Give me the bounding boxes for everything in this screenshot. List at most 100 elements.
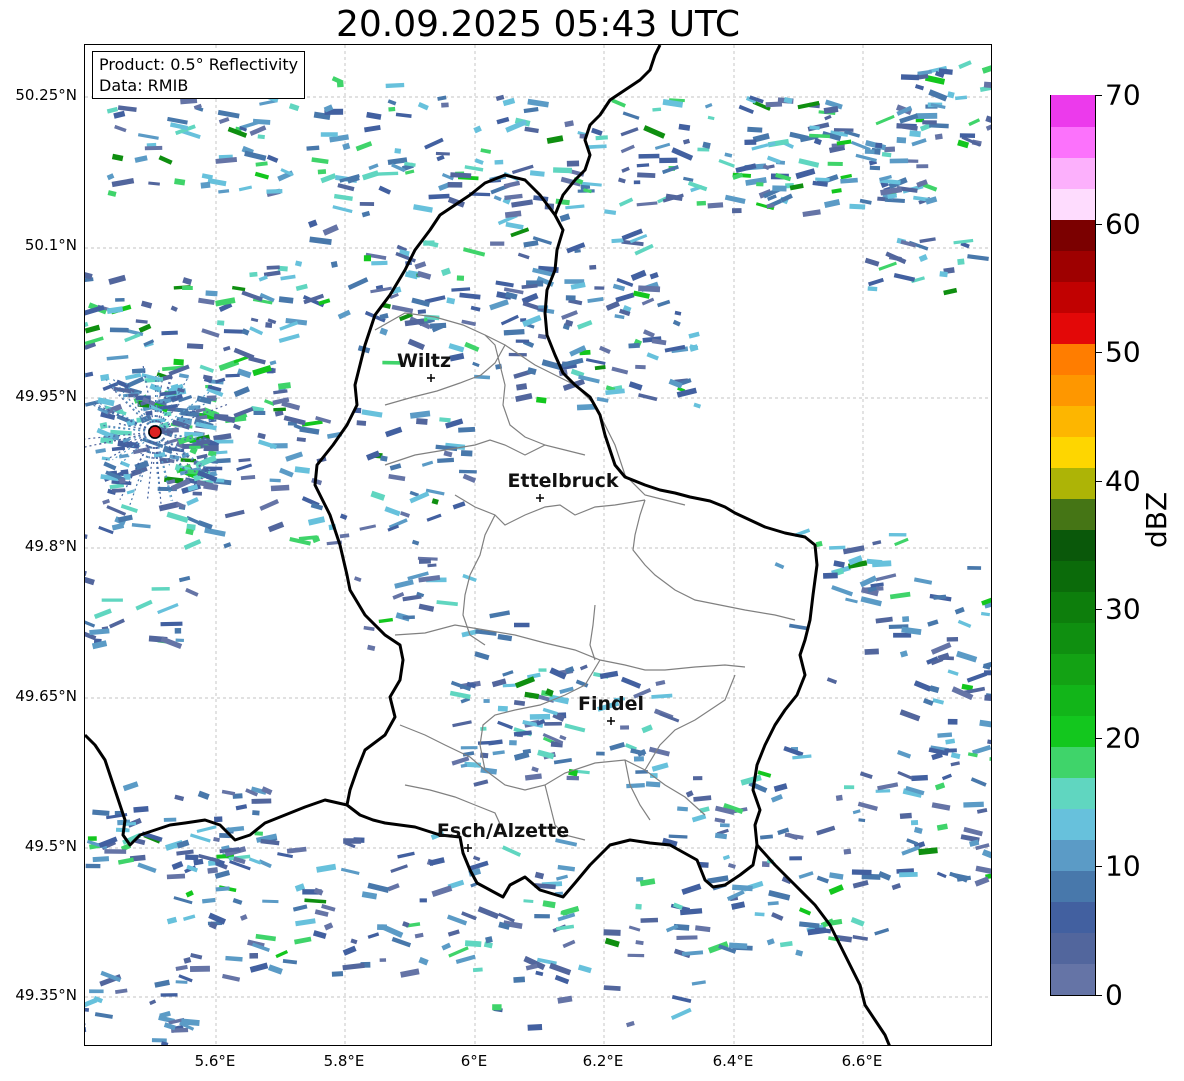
radar-echo (638, 393, 658, 402)
radar-echo (460, 763, 468, 768)
radar-echo (798, 921, 820, 929)
colorbar (1050, 95, 1096, 996)
radar-echo (852, 880, 869, 889)
radar-echo (92, 809, 110, 817)
radar-echo (604, 937, 620, 948)
radar-echo (544, 721, 562, 726)
radar-echo (852, 935, 869, 941)
radar-echo (875, 114, 895, 126)
radar-echo (693, 795, 712, 802)
radar-echo (728, 942, 748, 949)
radar-echo (944, 748, 957, 753)
radar-echo (496, 116, 510, 125)
radar-echo (833, 560, 845, 568)
city-label-findel: Findel (577, 693, 645, 715)
radar-echo (659, 157, 678, 164)
radar-echo (688, 331, 700, 339)
radar-echo (232, 898, 243, 905)
radar-echo (355, 141, 373, 152)
radar-echo (936, 871, 947, 879)
radar-echo (620, 144, 635, 154)
radar-echo (296, 437, 306, 442)
radar-echo (655, 679, 666, 687)
lat-tick-label: 50.25°N (15, 86, 77, 104)
radar-echo (724, 152, 733, 158)
radar-echo (192, 491, 202, 496)
radar-echo (967, 566, 982, 570)
radar-echo (431, 885, 453, 898)
radar-echo (101, 456, 111, 461)
radar-echo (957, 258, 965, 265)
radar-echo (826, 677, 838, 685)
lon-tick-label: 6.4°E (712, 1052, 754, 1070)
radar-echo (802, 209, 821, 218)
radar-echo (452, 720, 472, 728)
radar-echo (678, 123, 691, 131)
radar-echo (111, 522, 125, 531)
radar-echo (627, 953, 645, 958)
colorbar-segment (1051, 126, 1095, 158)
radar-echo (497, 705, 508, 712)
radar-echo (884, 146, 896, 153)
radar-echo (388, 106, 396, 112)
radar-echo (378, 185, 392, 195)
radar-echo (845, 597, 858, 604)
radar-echo (249, 125, 267, 137)
lon-tick-label: 6.6°E (841, 1052, 883, 1070)
radar-echo (511, 199, 534, 208)
radar-echo (878, 261, 897, 271)
data-source-label: Data: RMIB (99, 76, 189, 95)
lon-tick-label: 5.8°E (323, 1052, 365, 1070)
radar-echo (253, 410, 266, 415)
radar-echo (366, 450, 381, 461)
radar-echo (731, 901, 746, 910)
radar-echo (523, 106, 539, 114)
radar-echo (979, 719, 991, 729)
radar-echo (902, 616, 910, 623)
radar-echo (257, 134, 265, 140)
radar-echo (262, 899, 279, 904)
radar-echo (462, 473, 477, 483)
radar-echo (413, 204, 433, 213)
radar-echo (347, 277, 369, 290)
radar-echo (388, 473, 406, 482)
district-line (644, 674, 736, 771)
radar-echo (919, 237, 936, 244)
colorbar-segment (1051, 498, 1095, 530)
radar-echo (368, 163, 379, 171)
radar-echo (932, 698, 945, 705)
radar-echo (766, 938, 775, 946)
radar-echo (240, 914, 248, 921)
radar-echo (585, 358, 606, 365)
radar-echo (557, 864, 576, 872)
radar-echo (559, 686, 574, 694)
radar-echo (795, 949, 804, 957)
colorbar-segment (1051, 622, 1095, 654)
radar-map[interactable] (84, 44, 992, 1046)
radar-echo (531, 766, 539, 773)
radar-echo (182, 277, 193, 286)
radar-echo (163, 817, 177, 822)
radar-echo (899, 871, 918, 878)
radar-echo (394, 579, 414, 589)
radar-echo (174, 794, 185, 802)
radar-echo (183, 914, 196, 921)
city-marker (464, 844, 472, 852)
radar-echo (930, 642, 952, 655)
radar-echo (370, 490, 386, 501)
radar-echo (361, 210, 371, 218)
radar-echo (379, 313, 389, 320)
radar-echo (135, 319, 148, 324)
radar-echo (492, 750, 505, 756)
radar-echo (285, 451, 304, 462)
radar-echo (620, 127, 639, 137)
city-label-esch-alzette: Esch/Alzette (436, 820, 570, 842)
radar-echo (559, 213, 571, 222)
radar-echo (108, 618, 125, 629)
radar-echo (893, 273, 916, 282)
radar-echo (967, 254, 989, 262)
radar-echo (381, 924, 404, 938)
lat-tick-label: 49.5°N (24, 837, 77, 855)
radar-echo (918, 847, 938, 856)
radar-echo (307, 516, 326, 526)
